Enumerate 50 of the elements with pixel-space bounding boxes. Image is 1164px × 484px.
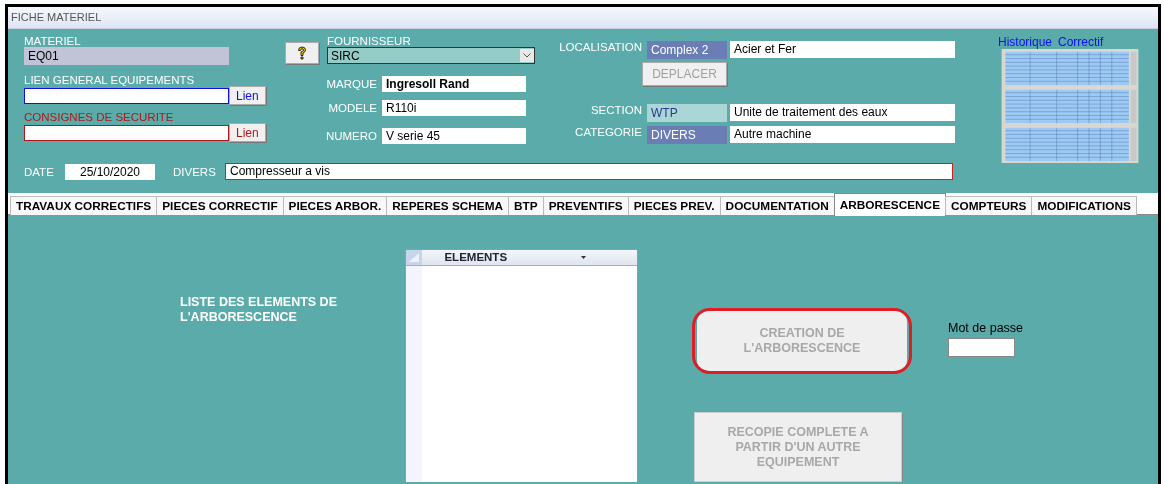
elements-list[interactable]: ELEMENTS <box>405 249 638 482</box>
field-label: MATERIEL <box>24 35 82 47</box>
tab[interactable]: BTP <box>508 196 544 215</box>
field-label: DIVERS <box>173 165 217 178</box>
code-field[interactable]: DIVERS <box>647 126 727 144</box>
tab[interactable]: PIECES ARBOR. <box>282 196 388 215</box>
question-mark-icon <box>297 46 307 60</box>
field-label: CONSIGNES DE SECURITE <box>24 111 175 123</box>
text-field[interactable]: Acier et Fer <box>730 41 955 58</box>
tab[interactable]: PIECES CORRECTIF <box>156 196 284 215</box>
supplier-dropdown[interactable]: SIRC <box>327 47 535 64</box>
text-field[interactable]: Ingresoll Rand <box>382 76 526 92</box>
link-button[interactable]: Lien <box>229 86 266 105</box>
link-button[interactable]: Lien <box>229 123 266 142</box>
link-field[interactable] <box>24 124 229 141</box>
field-label: MODELE <box>327 102 378 114</box>
field-label: LOCALISATION <box>558 41 643 53</box>
chevron-down-icon <box>520 49 534 62</box>
tab[interactable]: MODIFICATIONS <box>1031 196 1137 215</box>
window-title: FICHE MATERIEL <box>11 11 102 23</box>
materiel-field[interactable]: EQ01 <box>24 47 229 65</box>
tab[interactable]: COMPTEURS <box>945 196 1033 215</box>
tab[interactable]: REPERES SCHEMA <box>386 196 510 215</box>
code-field[interactable]: WTP <box>647 104 727 122</box>
caret-down-icon <box>580 256 586 259</box>
password-field[interactable] <box>948 338 1015 357</box>
corner-icon <box>406 250 422 265</box>
text-field[interactable]: Compresseur a vis <box>225 163 953 180</box>
tab[interactable]: ARBORESCENCE <box>833 193 946 216</box>
tab[interactable]: DOCUMENTATION <box>719 196 835 215</box>
link-field[interactable] <box>24 87 229 104</box>
text-field[interactable]: V serie 45 <box>382 128 526 144</box>
code-field[interactable]: Complex 2 <box>647 41 727 59</box>
field-label: NUMERO <box>324 130 378 142</box>
text-field[interactable]: Unite de traitement des eaux <box>730 104 955 121</box>
text-field[interactable]: R110i <box>382 100 526 116</box>
help-button[interactable] <box>285 42 319 64</box>
field-label: MARQUE <box>325 78 378 90</box>
field-label: CATEGORIE <box>574 126 643 138</box>
tab[interactable]: PREVENTIFS <box>542 196 629 215</box>
tab[interactable]: PIECES PREV. <box>627 196 721 215</box>
field-label: SECTION <box>589 104 643 116</box>
field-label: Mot de passe <box>948 321 1024 335</box>
field-label: DATE <box>24 165 55 178</box>
tab[interactable]: TRAVAUX CORRECTIFS <box>10 196 158 215</box>
field-label: LIEN GENERAL EQUIPEMENTS <box>24 74 196 86</box>
field-label: FOURNISSEUR <box>327 35 412 47</box>
date-field[interactable]: 25/10/2020 <box>65 163 155 180</box>
text-field[interactable]: Autre machine <box>730 126 955 143</box>
section-title: LISTE DES ELEMENTS DE L'ARBORESCENCE <box>180 295 338 326</box>
